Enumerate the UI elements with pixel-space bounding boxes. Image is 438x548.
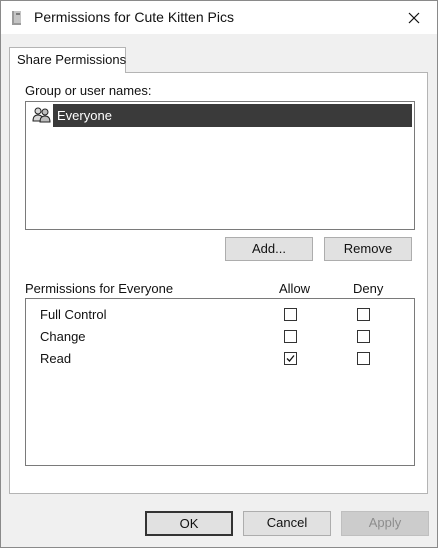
close-button[interactable] [391,1,437,34]
window-title: Permissions for Cute Kitten Pics [34,9,234,25]
cancel-button-label: Cancel [266,515,308,530]
title-bar[interactable]: Permissions for Cute Kitten Pics [1,1,437,34]
deny-column-header: Deny [353,281,384,296]
cancel-button[interactable]: Cancel [243,511,331,536]
add-button-label: Add... [252,241,286,256]
list-item[interactable]: Everyone [28,104,412,127]
user-name-everyone: Everyone [53,104,412,127]
ok-button-label: OK [179,516,199,531]
checkmark-icon [286,355,295,362]
tab-share-permissions[interactable]: Share Permissions [9,47,126,73]
user-list[interactable]: Everyone [25,101,415,230]
perm-name-read: Read [40,351,72,366]
allow-read-checkbox[interactable] [284,352,297,365]
allow-change-checkbox[interactable] [284,330,297,343]
deny-change-checkbox[interactable] [357,330,370,343]
users-group-icon [32,107,51,123]
apply-button-label: Apply [368,515,402,530]
ok-button[interactable]: OK [145,511,233,536]
apply-button[interactable]: Apply [341,511,429,536]
deny-full-control-checkbox[interactable] [357,308,370,321]
allow-full-control-checkbox[interactable] [284,308,297,321]
deny-read-checkbox[interactable] [357,352,370,365]
close-icon [408,12,420,23]
tab-label: Share Permissions [17,52,127,67]
permissions-header: Permissions for Everyone [25,281,174,296]
add-button[interactable]: Add... [225,237,313,261]
perm-name-full-control: Full Control [40,307,107,322]
group-users-label: Group or user names: [25,83,152,98]
perm-name-change: Change [40,329,86,344]
permissions-dialog: Permissions for Cute Kitten Pics Share P… [0,0,438,548]
remove-button-label: Remove [343,241,393,256]
folder-share-icon [12,11,21,25]
permissions-list: Full Control Change Read [25,298,415,466]
remove-button[interactable]: Remove [324,237,412,261]
allow-column-header: Allow [279,281,311,296]
